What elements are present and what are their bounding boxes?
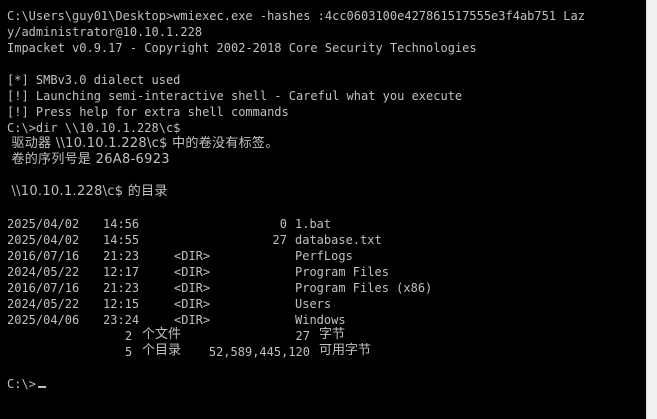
directory-of-line: \\10.10.1.228\c$ 的目录 bbox=[7, 184, 168, 199]
shell-prompt[interactable]: C:\> bbox=[7, 376, 36, 392]
entry-name: Users bbox=[295, 297, 332, 311]
entry-date: 2016/07/16 bbox=[7, 249, 80, 263]
volume-serial-line: 卷的序列号是 26A8-6923 bbox=[7, 152, 170, 167]
text-cursor bbox=[38, 386, 46, 388]
entry-dir-tag: <DIR> bbox=[174, 249, 211, 263]
entry-date: 2025/04/02 bbox=[7, 217, 80, 231]
entry-date: 2024/05/22 bbox=[7, 297, 80, 311]
entry-dir-tag: <DIR> bbox=[174, 313, 211, 327]
entry-name: Program Files bbox=[295, 265, 389, 279]
entry-time: 12:15 bbox=[103, 297, 140, 311]
entry-time: 21:23 bbox=[103, 281, 140, 295]
entry-dir-tag: <DIR> bbox=[174, 265, 211, 279]
dir-entry-row: 2025/04/02 14:55 27 database.txt bbox=[7, 232, 627, 248]
vertical-scrollbar[interactable] bbox=[646, 0, 657, 419]
entry-date: 2024/05/22 bbox=[7, 265, 80, 279]
entry-time: 21:23 bbox=[103, 249, 140, 263]
entry-name: 1.bat bbox=[295, 217, 332, 231]
files-summary-row: 2 个文件 27 字节 bbox=[7, 327, 345, 344]
dirs-label: 个目录 bbox=[142, 343, 182, 358]
console-window[interactable]: C:\Users\guy01\Desktop>wmiexec.exe -hash… bbox=[0, 0, 646, 419]
command-line-wmiexec: C:\Users\guy01\Desktop>wmiexec.exe -hash… bbox=[7, 9, 585, 23]
dir-entry-row: 2025/04/02 14:56 0 1.bat bbox=[7, 216, 627, 232]
entry-name: Windows bbox=[295, 313, 346, 327]
dir-entry-row: 2016/07/16 21:23 <DIR> PerfLogs bbox=[7, 248, 627, 264]
entry-dir-tag: <DIR> bbox=[174, 297, 211, 311]
entry-size: 27 bbox=[272, 233, 287, 247]
volume-label-line: 驱动器 \\10.10.1.228\c$ 中的卷没有标签。 bbox=[7, 136, 279, 151]
files-label: 个文件 bbox=[142, 327, 182, 342]
impacket-banner: Impacket v0.9.17 - Copyright 2002-2018 C… bbox=[7, 41, 477, 55]
entry-time: 14:55 bbox=[103, 233, 140, 247]
entry-name: database.txt bbox=[295, 233, 382, 247]
entry-name: Program Files (x86) bbox=[295, 281, 433, 295]
files-bytes: 27 bbox=[295, 329, 310, 343]
files-count: 2 bbox=[125, 329, 133, 343]
dir-entry-row: 2016/07/16 21:23 <DIR> Program Files (x86) bbox=[7, 280, 627, 296]
dir-entry-row: 2024/05/22 12:17 <DIR> Program Files bbox=[7, 264, 627, 280]
dir-entry-row: 2024/05/22 12:15 <DIR> Users bbox=[7, 296, 627, 312]
command-line-wrap: y/administrator@10.10.1.228 bbox=[7, 25, 203, 39]
help-hint-message: [!] Press help for extra shell commands bbox=[7, 105, 289, 119]
entry-time: 23:24 bbox=[103, 313, 140, 327]
entry-date: 2016/07/16 bbox=[7, 281, 80, 295]
bytes-unit: 字节 bbox=[319, 327, 346, 342]
free-bytes: 52,589,445,120 bbox=[208, 345, 310, 359]
dirs-summary-row: 5 个目录 52,589,445,120 可用字节 bbox=[7, 343, 371, 360]
entry-time: 12:17 bbox=[103, 265, 140, 279]
smb-dialect-message: [*] SMBv3.0 dialect used bbox=[7, 73, 181, 87]
free-unit: 可用字节 bbox=[319, 343, 372, 358]
entry-dir-tag: <DIR> bbox=[174, 281, 211, 295]
entry-time: 14:56 bbox=[103, 217, 140, 231]
shell-warning-message: [!] Launching semi-interactive shell - C… bbox=[7, 89, 463, 103]
dirs-count: 5 bbox=[125, 345, 133, 359]
entry-name: PerfLogs bbox=[295, 249, 353, 263]
entry-date: 2025/04/02 bbox=[7, 233, 80, 247]
entry-date: 2025/04/06 bbox=[7, 313, 80, 327]
dir-command-line: C:\>dir \\10.10.1.228\c$ bbox=[7, 121, 181, 135]
dir-entry-row: 2025/04/06 23:24 <DIR> Windows bbox=[7, 312, 627, 328]
entry-size: 0 bbox=[279, 217, 287, 231]
